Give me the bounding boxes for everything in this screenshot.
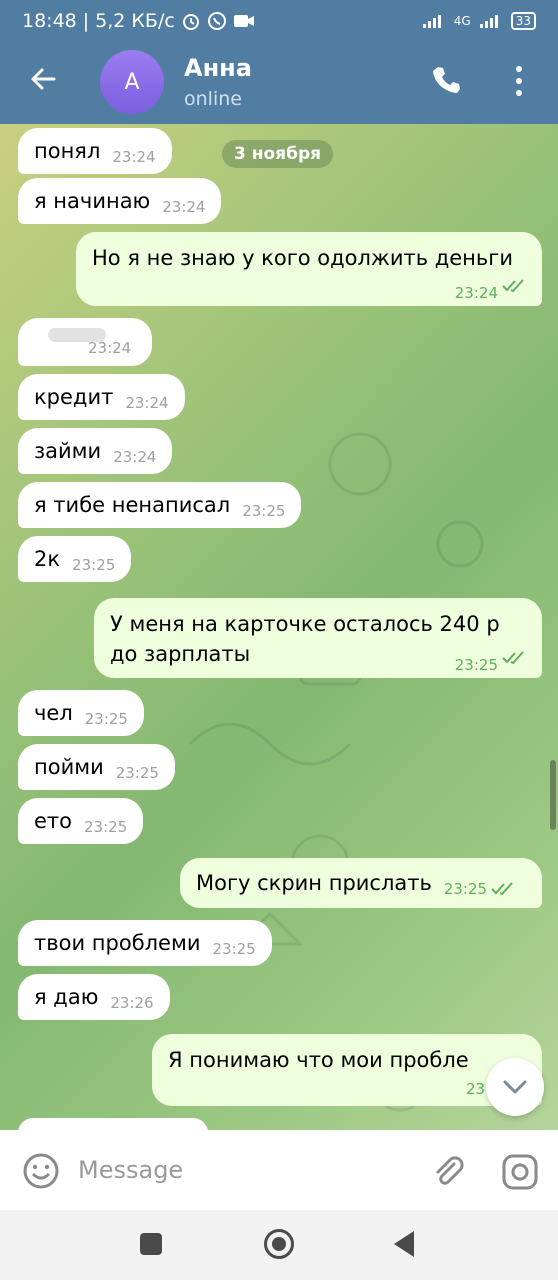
avatar[interactable]: А [100, 50, 164, 114]
signal-icon-2 [479, 15, 498, 28]
alarm-icon [182, 14, 199, 30]
message-in[interactable]: я тибе ненаписал 23:25 [18, 482, 302, 528]
message-in[interactable]: ето 23:25 [18, 798, 144, 844]
message-in[interactable]: кредит 23:24 [18, 374, 185, 420]
message-out[interactable]: У меня на карточке осталось 240 р до зар… [94, 598, 542, 678]
message-out[interactable]: Я понимаю что мои пробле 23: [152, 1034, 542, 1106]
viber-icon [207, 12, 226, 30]
system-nav-bar [0, 1210, 558, 1280]
status-bar: 18:48 | 5,2 КБ/с 4G 33 [0, 0, 558, 42]
recent-apps-button[interactable] [140, 1233, 162, 1255]
double-check-icon [502, 651, 524, 665]
message-in[interactable]: я начинаю 23:24 [18, 178, 222, 224]
chat-area: 3 ноября понял 23:24 я начинаю 23:24 Но я … [0, 124, 558, 1130]
message-in[interactable]: понял 23:24 [18, 128, 172, 174]
paperclip-icon[interactable] [428, 1152, 466, 1190]
message-input[interactable] [78, 1150, 398, 1190]
battery-icon: 33 [510, 12, 536, 30]
network-type: 4G [453, 14, 471, 28]
back-arrow-icon[interactable] [28, 64, 58, 94]
contact-name[interactable]: Анна [184, 54, 252, 82]
message-in[interactable]: займи 23:24 [18, 428, 173, 474]
emoji-icon[interactable] [22, 1152, 60, 1190]
scroll-down-button[interactable] [486, 1058, 544, 1116]
message-out[interactable]: Но я не знаю у кого одолжить деньги 23:2… [76, 232, 542, 306]
message-in[interactable]: чел 23:25 [18, 690, 144, 736]
more-vertical-icon[interactable] [512, 64, 526, 98]
message-in-partial[interactable] [18, 1118, 208, 1130]
message-in[interactable]: пойми 23:25 [18, 744, 175, 790]
chat-header: А Анна online [0, 42, 558, 124]
back-button[interactable] [394, 1231, 414, 1257]
message-input-bar [0, 1130, 558, 1210]
home-button[interactable] [264, 1229, 294, 1259]
date-chip: 3 ноября [222, 140, 334, 168]
status-speed: 5,2 КБ/с [95, 10, 175, 32]
status-time: 18:48 [22, 10, 77, 32]
double-check-icon [491, 882, 513, 896]
camera-icon[interactable] [500, 1152, 540, 1192]
scrollbar[interactable] [550, 760, 556, 830]
chevron-down-icon [503, 1080, 527, 1094]
signal-icon [422, 15, 441, 28]
double-check-icon [502, 279, 524, 293]
message-out[interactable]: Могу скрин прислать 23:25 [180, 858, 542, 908]
message-in[interactable]: твои проблеми 23:25 [18, 920, 272, 966]
message-in[interactable]: 2к 23:25 [18, 536, 132, 582]
contact-status: online [184, 88, 242, 110]
video-record-icon [233, 15, 254, 27]
message-in[interactable]: 23:24 [18, 318, 152, 366]
message-in[interactable]: я даю 23:26 [18, 974, 170, 1020]
phone-icon[interactable] [430, 64, 462, 96]
